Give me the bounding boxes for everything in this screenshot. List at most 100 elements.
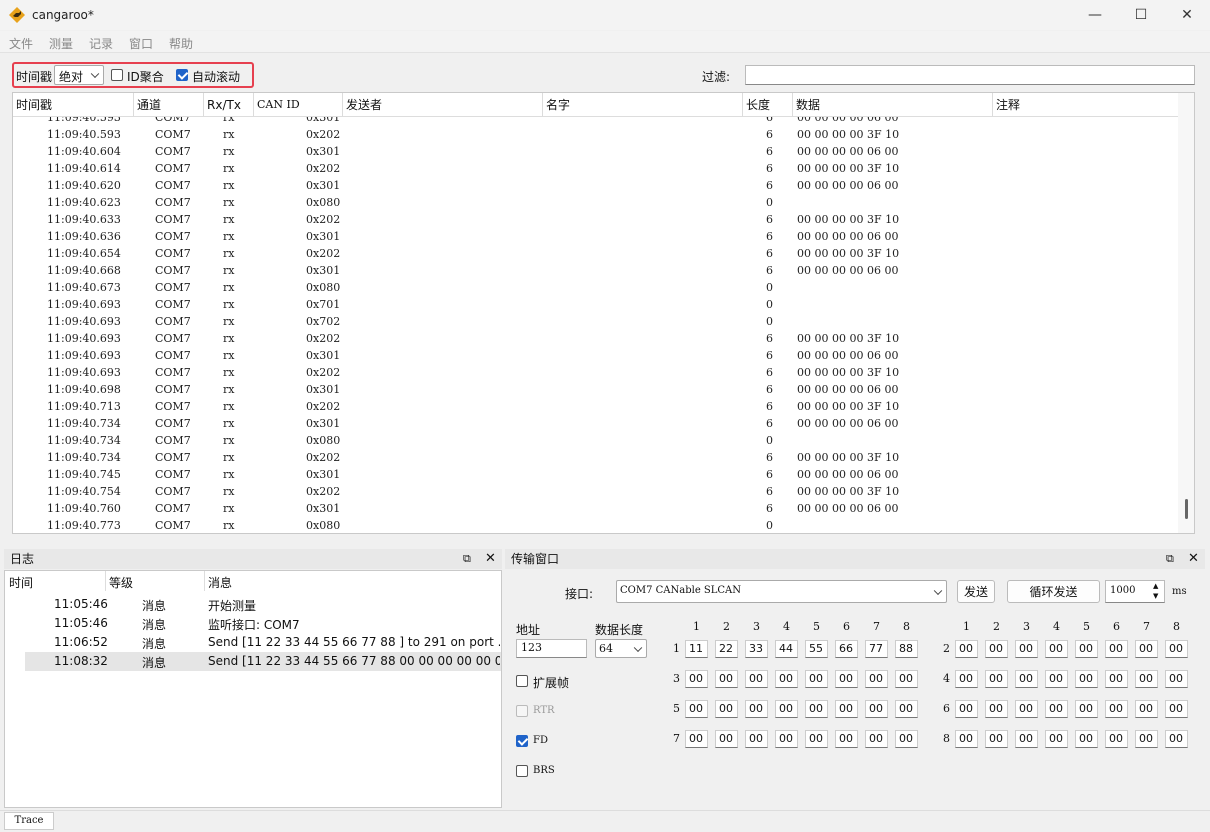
list-item[interactable]: 11:05:46 消息 监听接口: COM7 bbox=[25, 614, 501, 633]
float-icon[interactable]: ⧉ bbox=[463, 549, 471, 569]
byte-input[interactable]: 00 bbox=[715, 670, 738, 688]
byte-input[interactable]: 00 bbox=[895, 730, 918, 748]
byte-input[interactable]: 00 bbox=[1075, 670, 1098, 688]
table-row[interactable]: 11:09:40.668 COM7 rx 0x301 6 00 00 00 00 06 0… bbox=[13, 262, 1179, 279]
byte-input[interactable]: 00 bbox=[985, 640, 1008, 658]
table-row[interactable]: 11:09:40.673 COM7 rx 0x080 0 bbox=[13, 279, 1179, 296]
interface-select[interactable]: COM7 CANable SLCAN bbox=[616, 580, 947, 603]
table-row[interactable]: 11:09:40.614 COM7 rx 0x202 6 00 00 00 00 3F 1… bbox=[13, 160, 1179, 177]
id-aggregate-checkbox[interactable] bbox=[111, 69, 123, 81]
byte-input[interactable]: 00 bbox=[1045, 670, 1068, 688]
spin-down-icon[interactable]: ▼ bbox=[1153, 592, 1158, 600]
byte-input[interactable]: 00 bbox=[1045, 640, 1068, 658]
menu-file[interactable]: 文件 bbox=[9, 35, 33, 52]
byte-input[interactable]: 77 bbox=[865, 640, 888, 658]
byte-input[interactable]: 00 bbox=[1165, 640, 1188, 658]
table-row[interactable]: 11:09:40.633 COM7 rx 0x202 6 00 00 00 00 3F 1… bbox=[13, 211, 1179, 228]
byte-input[interactable]: 00 bbox=[955, 700, 978, 718]
dlc-select[interactable]: 64 bbox=[595, 639, 647, 658]
col-name[interactable]: 名字 bbox=[543, 93, 743, 117]
byte-input[interactable]: 00 bbox=[1105, 640, 1128, 658]
byte-input[interactable]: 00 bbox=[685, 730, 708, 748]
byte-input[interactable]: 00 bbox=[1165, 730, 1188, 748]
byte-input[interactable]: 00 bbox=[805, 730, 828, 748]
byte-input[interactable]: 00 bbox=[775, 730, 798, 748]
extended-frame-checkbox[interactable] bbox=[516, 675, 528, 687]
timestamp-mode-select[interactable]: 绝对 bbox=[54, 65, 104, 85]
address-input[interactable]: 123 bbox=[516, 639, 587, 658]
log-col-time[interactable]: 时间 bbox=[9, 574, 33, 591]
byte-input[interactable]: 55 bbox=[805, 640, 828, 658]
byte-input[interactable]: 00 bbox=[985, 670, 1008, 688]
byte-input[interactable]: 00 bbox=[775, 670, 798, 688]
col-channel[interactable]: 通道 bbox=[134, 93, 204, 117]
byte-input[interactable]: 00 bbox=[835, 730, 858, 748]
table-row[interactable]: 11:09:40.636 COM7 rx 0x301 6 00 00 00 00 06 0… bbox=[13, 228, 1179, 245]
fd-checkbox[interactable] bbox=[516, 735, 528, 747]
menu-window[interactable]: 窗口 bbox=[129, 35, 153, 52]
byte-input[interactable]: 00 bbox=[1075, 730, 1098, 748]
list-item[interactable]: 11:08:32 消息 Send [11 22 33 44 55 66 77 88 … bbox=[25, 652, 501, 671]
byte-input[interactable]: 88 bbox=[895, 640, 918, 658]
table-row[interactable]: 11:09:40.734 COM7 rx 0x301 6 00 00 00 00 06 0… bbox=[13, 415, 1179, 432]
byte-input[interactable]: 66 bbox=[835, 640, 858, 658]
table-row[interactable]: 11:09:40.604 COM7 rx 0x301 6 00 00 00 00 06 0… bbox=[13, 143, 1179, 160]
table-row[interactable]: 11:09:40.698 COM7 rx 0x301 6 00 00 00 00 06 0… bbox=[13, 381, 1179, 398]
col-timestamp[interactable]: 时间戳 bbox=[13, 93, 134, 117]
table-row[interactable]: 11:09:40.760 COM7 rx 0x301 6 00 00 00 00 06 0… bbox=[13, 500, 1179, 517]
byte-input[interactable]: 00 bbox=[985, 730, 1008, 748]
byte-input[interactable]: 00 bbox=[1075, 700, 1098, 718]
table-row[interactable]: 11:09:40.773 COM7 rx 0x080 0 bbox=[13, 517, 1179, 533]
byte-input[interactable]: 00 bbox=[955, 640, 978, 658]
byte-input[interactable]: 00 bbox=[955, 730, 978, 748]
byte-input[interactable]: 00 bbox=[745, 670, 768, 688]
byte-input[interactable]: 22 bbox=[715, 640, 738, 658]
log-col-level[interactable]: 等级 bbox=[109, 574, 133, 591]
close-icon[interactable]: ✕ bbox=[1188, 549, 1199, 569]
close-icon[interactable]: ✕ bbox=[485, 549, 496, 569]
byte-input[interactable]: 00 bbox=[955, 670, 978, 688]
col-rxtx[interactable]: Rx/Tx bbox=[204, 93, 254, 117]
minimize-button[interactable]: — bbox=[1072, 0, 1118, 30]
table-row[interactable]: 11:09:40.713 COM7 rx 0x202 6 00 00 00 00 3F 1… bbox=[13, 398, 1179, 415]
byte-input[interactable]: 00 bbox=[715, 730, 738, 748]
byte-input[interactable]: 00 bbox=[985, 700, 1008, 718]
brs-checkbox[interactable] bbox=[516, 765, 528, 777]
byte-input[interactable]: 00 bbox=[1105, 670, 1128, 688]
table-row[interactable]: 11:09:40.654 COM7 rx 0x202 6 00 00 00 00 3F 1… bbox=[13, 245, 1179, 262]
byte-input[interactable]: 00 bbox=[805, 670, 828, 688]
table-row[interactable]: 11:09:40.754 COM7 rx 0x202 6 00 00 00 00 3F 1… bbox=[13, 483, 1179, 500]
col-length[interactable]: 长度 bbox=[743, 93, 793, 117]
byte-input[interactable]: 00 bbox=[895, 700, 918, 718]
table-row[interactable]: 11:09:40.693 COM7 rx 0x202 6 00 00 00 00 3F 1… bbox=[13, 330, 1179, 347]
byte-input[interactable]: 00 bbox=[685, 700, 708, 718]
log-col-message[interactable]: 消息 bbox=[208, 574, 232, 591]
byte-input[interactable]: 00 bbox=[805, 700, 828, 718]
byte-input[interactable]: 00 bbox=[1015, 730, 1038, 748]
col-sender[interactable]: 发送者 bbox=[343, 93, 543, 117]
col-can-id[interactable]: CAN ID bbox=[254, 93, 343, 117]
byte-input[interactable]: 00 bbox=[865, 670, 888, 688]
col-data[interactable]: 数据 bbox=[793, 93, 993, 117]
byte-input[interactable]: 00 bbox=[775, 700, 798, 718]
table-row[interactable]: 11:09:40.693 COM7 rx 0x702 0 bbox=[13, 313, 1179, 330]
byte-input[interactable]: 00 bbox=[1105, 700, 1128, 718]
cyclic-send-button[interactable]: 循环发送 bbox=[1007, 580, 1100, 603]
byte-input[interactable]: 00 bbox=[835, 700, 858, 718]
byte-input[interactable]: 00 bbox=[745, 700, 768, 718]
rtr-checkbox[interactable] bbox=[516, 705, 528, 717]
byte-input[interactable]: 00 bbox=[1015, 670, 1038, 688]
trace-scrollbar[interactable] bbox=[1178, 93, 1194, 533]
autoscroll-checkbox[interactable] bbox=[176, 69, 188, 81]
table-row[interactable]: 11:09:40.693 COM7 rx 0x701 0 bbox=[13, 296, 1179, 313]
table-row[interactable]: 11:09:40.734 COM7 rx 0x080 0 bbox=[13, 432, 1179, 449]
byte-input[interactable]: 00 bbox=[1135, 670, 1158, 688]
byte-input[interactable]: 00 bbox=[685, 670, 708, 688]
byte-input[interactable]: 00 bbox=[1105, 730, 1128, 748]
byte-input[interactable]: 00 bbox=[1135, 640, 1158, 658]
byte-input[interactable]: 00 bbox=[1015, 700, 1038, 718]
byte-input[interactable]: 00 bbox=[1165, 670, 1188, 688]
table-row[interactable]: 11:09:40.693 COM7 rx 0x301 6 00 00 00 00 06 0… bbox=[13, 347, 1179, 364]
menu-record[interactable]: 记录 bbox=[89, 35, 113, 52]
byte-input[interactable]: 00 bbox=[1165, 700, 1188, 718]
